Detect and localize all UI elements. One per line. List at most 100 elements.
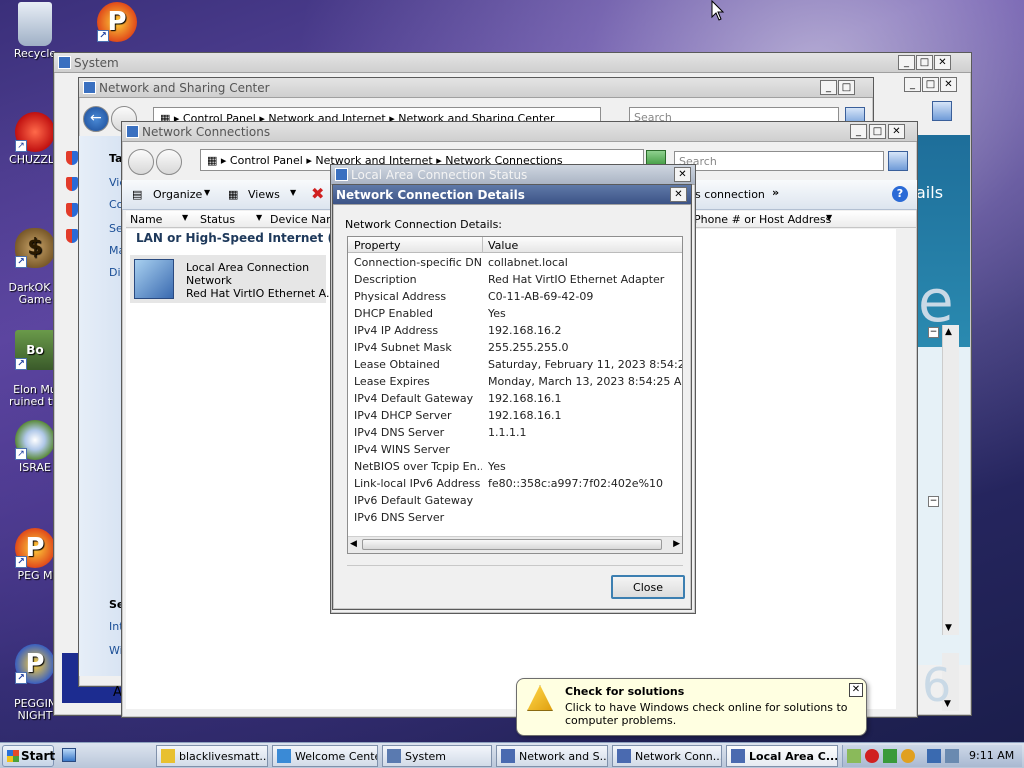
windows-logo-icon [7,750,19,762]
organize-icon: ▤ [132,188,143,201]
collapse-icon[interactable]: − [928,496,939,507]
organize-button[interactable]: Organize [153,188,202,201]
connection-item[interactable]: Local Area Connection Network Red Hat Vi… [130,255,337,303]
close-button[interactable]: ✕ [670,187,687,202]
column-phone-host[interactable]: Phone # or Host Address [694,213,831,226]
search-button[interactable] [888,151,908,171]
system-titlebar[interactable]: System _ □ ✕ [54,53,971,73]
column-status[interactable]: Status [200,213,235,226]
security-alert-icon[interactable] [865,749,879,763]
maximize-button[interactable]: □ [916,55,933,70]
toolbar-more-button[interactable]: » [772,186,779,199]
chevron-down-icon[interactable]: ▼ [826,213,832,222]
details-row[interactable]: IPv6 DNS Server [348,511,682,528]
nsc-window-icon [83,81,96,94]
scrollbar-thumb[interactable] [362,539,662,550]
lac-status-titlebar[interactable]: Local Area Connection Status ✕ [331,165,695,185]
details-row[interactable]: IPv4 DHCP Server 192.168.16.1 [348,409,682,426]
minimize-button[interactable]: _ [820,80,837,95]
vertical-scrollbar[interactable]: ▲ ▼ [942,325,959,635]
details-row[interactable]: IPv4 Subnet Mask 255.255.255.0 [348,341,682,358]
lac-status-title: Local Area Connection Status [351,168,528,182]
minimize-button[interactable]: _ [904,77,921,92]
scroll-up-icon[interactable]: ▲ [945,327,952,337]
close-button[interactable]: ✕ [674,167,691,182]
clock[interactable]: 9:11 AM [969,749,1014,762]
chevron-down-icon[interactable]: ▼ [256,213,262,222]
close-icon[interactable]: ✕ [849,683,863,697]
details-row[interactable]: Physical Address C0-11-AB-69-42-09 [348,290,682,307]
details-row[interactable]: Connection-specific DN... collabnet.local [348,256,682,273]
minimize-button[interactable]: _ [850,124,867,139]
maximize-button[interactable]: □ [869,124,886,139]
close-button[interactable]: ✕ [888,124,905,139]
column-divider[interactable] [482,237,483,253]
task-item[interactable]: Network Conn... [612,745,722,767]
desktop-icon-label: PEGGIN NIGHT [13,697,57,722]
close-button[interactable]: ✕ [940,77,957,92]
maximize-button[interactable]: □ [838,80,855,95]
taskbar: Start blacklivesmatt... Welcome Center S… [0,742,1024,768]
scroll-right-icon[interactable]: ▶ [673,539,680,549]
task-item[interactable]: System [382,745,492,767]
details-row[interactable]: NetBIOS over Tcpip En... Yes [348,460,682,477]
details-row[interactable]: Description Red Hat VirtIO Ethernet Adapt… [348,273,682,290]
task-item[interactable]: Network and S... [496,745,608,767]
views-button[interactable]: Views [248,188,280,201]
shortcut-arrow-icon: ↗ [15,358,27,370]
details-row[interactable]: IPv4 WINS Server [348,443,682,460]
scroll-left-icon[interactable]: ◀ [350,539,357,549]
details-row[interactable]: DHCP Enabled Yes [348,307,682,324]
chevron-down-icon[interactable]: ▼ [182,213,188,222]
minimize-button[interactable]: _ [898,55,915,70]
details-row[interactable]: Link-local IPv6 Address fe80::358c:a997:7… [348,477,682,494]
row-value: 1.1.1.1 [488,426,527,439]
nc-titlebar[interactable]: Network Connections _ □ ✕ [122,122,917,142]
column-property[interactable]: Property [354,239,401,252]
details-row[interactable]: IPv4 IP Address 192.168.16.2 [348,324,682,341]
warning-icon [527,685,553,711]
help-icon[interactable]: ? [892,186,908,202]
close-button[interactable]: ✕ [934,55,951,70]
volume-icon[interactable] [945,749,959,763]
nc-search-input[interactable]: Search [674,151,884,171]
collapse-icon[interactable]: − [928,327,939,338]
tray-icon[interactable] [883,749,897,763]
details-row[interactable]: IPv4 Default Gateway 192.168.16.1 [348,392,682,409]
maximize-button[interactable]: □ [922,77,939,92]
horizontal-scrollbar[interactable]: ◀ ▶ [348,536,682,553]
check-solutions-balloon[interactable]: Check for solutions Click to have Window… [516,678,867,736]
back-button[interactable] [128,149,154,175]
row-value: 192.168.16.1 [488,409,562,422]
close-dialog-button[interactable]: Close [611,575,685,599]
back-button[interactable]: ← [83,106,109,132]
column-name[interactable]: Name [130,213,162,226]
task-item[interactable]: Welcome Center [272,745,378,767]
scroll-down-icon[interactable]: ▼ [945,623,952,633]
breadcrumb-item[interactable]: Control Panel [230,154,303,167]
details-row[interactable]: Lease Expires Monday, March 13, 2023 8:54… [348,375,682,392]
forward-button[interactable] [156,149,182,175]
column-value[interactable]: Value [488,239,518,252]
delete-icon[interactable]: ✖ [311,184,324,203]
shield-icon [66,203,78,217]
search-tray-icon[interactable] [901,749,915,763]
details-titlebar[interactable]: Network Connection Details ✕ [333,185,691,205]
desktop-icon-peggle[interactable]: P ↗ [82,2,152,44]
details-row[interactable]: Lease Obtained Saturday, February 11, 202… [348,358,682,375]
network-tray-icon[interactable] [927,749,941,763]
details-row[interactable]: IPv6 Default Gateway [348,494,682,511]
connection-device: Red Hat VirtIO Ethernet A... [186,287,337,300]
start-button[interactable]: Start [2,745,55,767]
row-value: Yes [488,307,506,320]
folder-icon [161,749,175,763]
details-row[interactable]: IPv4 DNS Server 1.1.1.1 [348,426,682,443]
details-list[interactable]: Property Value Connection-specific DN...… [347,236,683,554]
toolbar-connection-fragment[interactable]: is connection [692,188,765,201]
search-button[interactable] [932,101,952,121]
task-item-active[interactable]: Local Area C... [726,745,838,767]
task-item[interactable]: blacklivesmatt... [156,745,268,767]
nsc-titlebar[interactable]: Network and Sharing Center _ □ [79,78,873,98]
quick-launch-ie-icon[interactable] [62,748,76,762]
solutions-tray-icon[interactable] [847,749,861,763]
